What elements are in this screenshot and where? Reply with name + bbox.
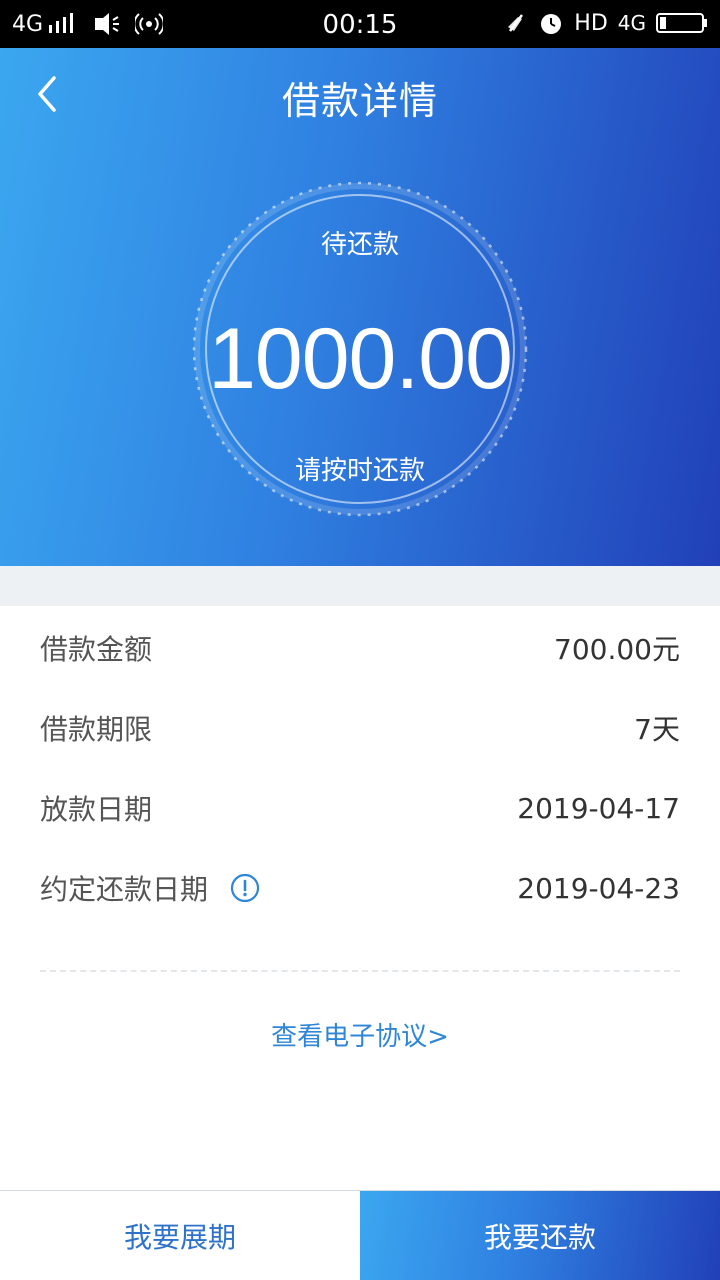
battery-icon [656,13,707,33]
detail-row-loan-amount: 借款金额 700.00元 [40,623,680,673]
repay-button[interactable]: 我要还款 [360,1191,720,1280]
status-right: HD 4G [504,8,708,38]
detail-label-wrap: 约定还款日期 [40,868,260,908]
detail-label: 借款金额 [40,633,153,666]
due-note: 请按时还款 [294,456,425,486]
page-title: 借款详情 [281,79,438,123]
hd-label: HD [574,10,608,36]
info-icon[interactable] [230,873,260,903]
detail-value: 7天 [634,713,680,746]
detail-row-disbursement-date: 放款日期 2019-04-17 [40,783,680,833]
detail-row-loan-term: 借款期限 7天 [40,703,680,753]
detail-row-due-date: 约定还款日期 2019-04-23 [40,863,680,913]
extend-button[interactable]: 我要展期 [0,1191,360,1280]
view-agreement-link[interactable]: 查看电子协议> [0,1016,720,1053]
due-label: 待还款 [320,230,399,260]
loan-summary-header: 借款详情 待还款 1000.00 请按时还款 [0,48,720,566]
due-amount: 1000.00 [208,311,513,407]
detail-label: 放款日期 [40,793,153,826]
detail-label: 借款期限 [40,713,153,746]
detail-label: 约定还款日期 [40,873,209,906]
bottom-action-bar: 我要展期 我要还款 [0,1190,720,1280]
detail-value: 700.00元 [554,633,680,666]
section-separator [0,566,720,606]
network-right-label: 4G [617,11,646,35]
alarm-icon [541,14,562,34]
divider [40,970,680,972]
muted-icon [508,14,524,32]
detail-value: 2019-04-17 [517,791,680,825]
status-bar: 4G 00:15 HD 4G [0,0,720,48]
detail-value: 2019-04-23 [517,871,680,905]
